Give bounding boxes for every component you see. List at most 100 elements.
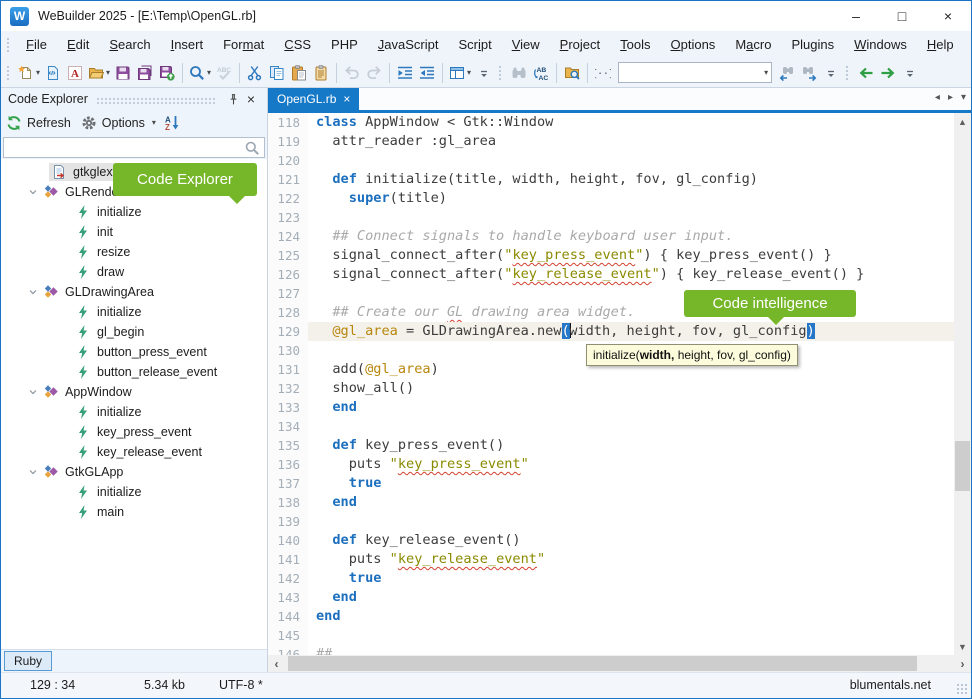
tree-item-button_press_event[interactable]: button_press_event [1, 342, 267, 362]
code-line-136[interactable]: 136 puts "key_press_event" [268, 455, 954, 474]
pin-icon[interactable] [224, 93, 242, 106]
menu-insert[interactable]: Insert [161, 34, 214, 56]
tree-item-draw[interactable]: draw [1, 262, 267, 282]
scroll-up-icon[interactable]: ▲ [954, 113, 971, 130]
code-line-146[interactable]: 146## [268, 645, 954, 655]
combo-dropdown-icon[interactable]: ▾ [764, 68, 768, 77]
chevron-down-icon[interactable] [27, 186, 41, 198]
code-line-134[interactable]: 134 [268, 417, 954, 436]
code-line-129[interactable]: 129 @gl_area = GLDrawingArea.new(width, … [268, 322, 954, 341]
tree-item-gl_begin[interactable]: gl_begin [1, 322, 267, 342]
tree-item-AppWindow[interactable]: AppWindow [1, 382, 267, 402]
panel-layout-button[interactable]: ▾ [447, 61, 473, 85]
open-folder-dropdown-icon[interactable]: ▾ [106, 68, 110, 77]
doc-type-tab-ruby[interactable]: Ruby [4, 651, 52, 671]
vertical-scrollbar[interactable]: ▲ ▼ [954, 113, 971, 655]
brand-link[interactable]: blumentals.net [850, 678, 931, 692]
menu-windows[interactable]: Windows [844, 34, 917, 56]
overflow-button[interactable] [899, 61, 921, 85]
search-dropdown-icon[interactable]: ▾ [207, 68, 211, 77]
tree-item-initialize[interactable]: initialize [1, 202, 267, 222]
tab-scroll-left-icon[interactable]: ◂ [935, 92, 940, 103]
resize-grip[interactable] [956, 683, 968, 695]
panel-close-icon[interactable]: × [242, 91, 260, 107]
menu-file[interactable]: File [16, 34, 57, 56]
find-button[interactable] [508, 61, 530, 85]
menu-tools[interactable]: Tools [610, 34, 660, 56]
save-upload-button[interactable] [156, 61, 178, 85]
code-line-124[interactable]: 124 ## Connect signals to handle keyboar… [268, 227, 954, 246]
tree-item-initialize[interactable]: initialize [1, 402, 267, 422]
scroll-right-icon[interactable]: › [954, 655, 971, 672]
explorer-search-input[interactable] [4, 138, 244, 157]
menu-search[interactable]: Search [99, 34, 160, 56]
code-line-126[interactable]: 126 signal_connect_after("key_release_ev… [268, 265, 954, 284]
find-in-files-button[interactable] [561, 61, 583, 85]
tab-list-dropdown-icon[interactable]: ▾ [961, 92, 966, 103]
panel-layout-dropdown-icon[interactable]: ▾ [467, 68, 471, 77]
code-line-140[interactable]: 140 def key_release_event() [268, 531, 954, 550]
code-line-122[interactable]: 122 super(title) [268, 189, 954, 208]
paste-button[interactable] [288, 61, 310, 85]
horizontal-scrollbar[interactable]: ‹ › [268, 655, 971, 672]
horizontal-scroll-thumb[interactable] [288, 656, 917, 671]
spellcheck-button[interactable]: ABC [213, 61, 235, 85]
code-line-118[interactable]: 118class AppWindow < Gtk::Window [268, 113, 954, 132]
redo-button[interactable] [363, 61, 385, 85]
search-term-input[interactable] [619, 63, 761, 82]
menu-edit[interactable]: Edit [57, 34, 99, 56]
panel-drag-texture[interactable] [96, 97, 216, 105]
save-all-button[interactable] [134, 61, 156, 85]
code-line-121[interactable]: 121 def initialize(title, width, height,… [268, 170, 954, 189]
options-dropdown-icon[interactable]: ▾ [152, 118, 156, 127]
toolbar-grip[interactable] [6, 65, 10, 81]
code-line-141[interactable]: 141 puts "key_release_event" [268, 550, 954, 569]
tree-item-initialize[interactable]: initialize [1, 482, 267, 502]
code-line-144[interactable]: 144end [268, 607, 954, 626]
font-style-button[interactable]: A [64, 61, 86, 85]
tab-close-icon[interactable]: × [343, 93, 350, 105]
nav-forward-button[interactable] [877, 61, 899, 85]
new-file-dropdown-icon[interactable]: ▾ [36, 68, 40, 77]
code-line-133[interactable]: 133 end [268, 398, 954, 417]
save-button[interactable] [112, 61, 134, 85]
edit-document-button[interactable] [42, 61, 64, 85]
code-line-142[interactable]: 142 true [268, 569, 954, 588]
search-button[interactable]: ▾ [187, 61, 213, 85]
menu-view[interactable]: View [502, 34, 550, 56]
code-line-139[interactable]: 139 [268, 512, 954, 531]
code-line-125[interactable]: 125 signal_connect_after("key_press_even… [268, 246, 954, 265]
menu-css[interactable]: CSS [274, 34, 321, 56]
tree-item-GLDrawingArea[interactable]: GLDrawingArea [1, 282, 267, 302]
overflow-button[interactable] [820, 61, 842, 85]
sort-az-icon[interactable]: AZ [164, 115, 180, 131]
tab-opengl-rb[interactable]: OpenGL.rb × [268, 88, 359, 110]
overflow-button[interactable] [473, 61, 495, 85]
tree-item-key_release_event[interactable]: key_release_event [1, 442, 267, 462]
snippet-button[interactable]: {··} [592, 61, 614, 85]
code-area[interactable]: 118class AppWindow < Gtk::Window119 attr… [268, 113, 971, 655]
chevron-down-icon[interactable] [27, 466, 41, 478]
copy-button[interactable] [266, 61, 288, 85]
code-line-123[interactable]: 123 [268, 208, 954, 227]
clipboard-button[interactable] [310, 61, 332, 85]
menu-php[interactable]: PHP [321, 34, 368, 56]
code-line-145[interactable]: 145 [268, 626, 954, 645]
scroll-down-icon[interactable]: ▼ [954, 638, 971, 655]
search-term-combobox[interactable]: ▾ [618, 62, 772, 83]
close-button[interactable]: × [925, 1, 971, 31]
vertical-scroll-thumb[interactable] [955, 441, 970, 491]
tab-scroll-right-icon[interactable]: ▸ [948, 92, 953, 103]
code-line-132[interactable]: 132 show_all() [268, 379, 954, 398]
tree-item-GtkGLApp[interactable]: GtkGLApp [1, 462, 267, 482]
menu-script[interactable]: Script [448, 34, 501, 56]
menubar-grip[interactable] [6, 37, 10, 53]
code-line-120[interactable]: 120 [268, 151, 954, 170]
minimize-button[interactable]: – [833, 1, 879, 31]
menu-help[interactable]: Help [917, 34, 964, 56]
replace-button[interactable]: ABAC [530, 61, 552, 85]
outdent-button[interactable] [416, 61, 438, 85]
scroll-left-icon[interactable]: ‹ [268, 655, 285, 672]
tree-item-initialize[interactable]: initialize [1, 302, 267, 322]
tree-item-key_press_event[interactable]: key_press_event [1, 422, 267, 442]
